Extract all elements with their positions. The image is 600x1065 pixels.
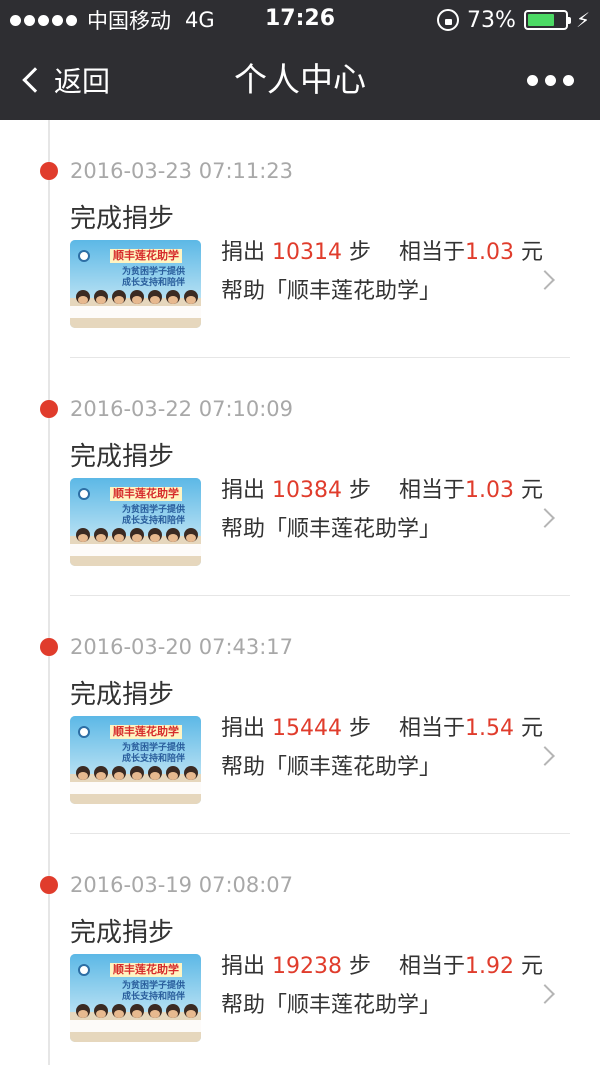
project-logo-icon	[78, 250, 90, 262]
donation-stats: 捐出 10314 步 相当于1.03 元	[221, 240, 543, 266]
timeline-dot-icon	[40, 876, 58, 894]
equiv-label: 相当于	[399, 954, 466, 979]
donation-card[interactable]: 顺丰莲花助学 为贫困学子提供 成长支持和陪伴 捐出 10314 步 相当于1.0…	[70, 240, 570, 330]
timeline-dot-icon	[40, 400, 58, 418]
equiv-label: 相当于	[399, 240, 466, 265]
timeline-entry: 2016-03-22 07:10:09 完成捐步 顺丰莲花助学 为贫困学子提供 …	[0, 358, 600, 596]
chevron-right-icon	[535, 508, 555, 528]
children-photo	[76, 290, 198, 304]
donate-label: 捐出	[221, 716, 266, 741]
thumb-banner: 顺丰莲花助学	[110, 249, 182, 263]
entry-title: 完成捐步	[70, 442, 175, 472]
children-shirts	[70, 306, 201, 318]
more-dot	[527, 74, 538, 86]
donate-label: 捐出	[221, 478, 266, 503]
donation-card[interactable]: 顺丰莲花助学 为贫困学子提供 成长支持和陪伴 捐出 19238 步 相当于1.9…	[70, 954, 570, 1044]
children-shirts	[70, 782, 201, 794]
amount-unit: 元	[521, 240, 544, 265]
project-name: 帮助「顺丰莲花助学」	[221, 755, 442, 780]
timeline-dot-icon	[40, 638, 58, 656]
project-thumbnail: 顺丰莲花助学 为贫困学子提供 成长支持和陪伴	[70, 240, 201, 328]
steps-unit: 步	[349, 716, 372, 741]
entry-timestamp: 2016-03-20 07:43:17	[70, 635, 294, 659]
steps-value: 15444	[272, 716, 343, 741]
entry-timestamp: 2016-03-22 07:10:09	[70, 397, 294, 421]
project-thumbnail: 顺丰莲花助学 为贫困学子提供 成长支持和陪伴	[70, 478, 201, 566]
donation-stats: 捐出 10384 步 相当于1.03 元	[221, 478, 543, 504]
donate-label: 捐出	[221, 954, 266, 979]
thumb-slogan-2: 成长支持和陪伴	[122, 992, 186, 1002]
steps-value: 19238	[272, 954, 343, 979]
steps-unit: 步	[349, 478, 372, 503]
amount-value: 1.92	[465, 954, 515, 979]
thumb-banner: 顺丰莲花助学	[110, 487, 182, 501]
status-bar-right: 73% ⚡	[437, 6, 590, 34]
battery-icon	[523, 10, 571, 30]
entry-title: 完成捐步	[70, 680, 175, 710]
donation-card[interactable]: 顺丰莲花助学 为贫困学子提供 成长支持和陪伴 捐出 15444 步 相当于1.5…	[70, 716, 570, 806]
thumb-slogan-1: 为贫困学子提供	[122, 505, 186, 515]
amount-value: 1.03	[465, 240, 515, 265]
project-name: 帮助「顺丰莲花助学」	[221, 279, 442, 304]
status-bar: 中国移动 4G 17:26 73% ⚡	[0, 0, 600, 40]
children-photo	[76, 528, 198, 542]
children-shirts	[70, 1020, 201, 1032]
thumb-slogan-1: 为贫困学子提供	[122, 267, 186, 277]
chevron-right-icon	[535, 746, 555, 766]
chevron-right-icon	[535, 984, 555, 1004]
entry-title: 完成捐步	[70, 918, 175, 948]
more-button[interactable]	[527, 40, 574, 120]
thumb-slogan-2: 成长支持和陪伴	[122, 516, 186, 526]
entry-timestamp: 2016-03-23 07:11:23	[70, 159, 294, 183]
entry-title: 完成捐步	[70, 204, 175, 234]
timeline-entry: 2016-03-20 07:43:17 完成捐步 顺丰莲花助学 为贫困学子提供 …	[0, 596, 600, 834]
chevron-right-icon	[535, 270, 555, 290]
battery-percent: 73%	[467, 7, 516, 33]
donate-label: 捐出	[221, 240, 266, 265]
project-logo-icon	[78, 488, 90, 500]
page-title: 个人中心	[234, 60, 366, 99]
donation-timeline[interactable]: 2016-03-23 07:11:23 完成捐步 顺丰莲花助学 为贫困学子提供 …	[0, 120, 600, 1065]
orientation-lock-icon	[437, 9, 460, 31]
children-shirts	[70, 544, 201, 556]
donation-stats: 捐出 19238 步 相当于1.92 元	[221, 954, 543, 980]
project-name: 帮助「顺丰莲花助学」	[221, 993, 442, 1018]
thumb-slogan-1: 为贫困学子提供	[122, 981, 186, 991]
thumb-slogan-2: 成长支持和陪伴	[122, 278, 186, 288]
charging-icon: ⚡	[575, 8, 590, 32]
amount-unit: 元	[521, 716, 544, 741]
equiv-label: 相当于	[399, 478, 466, 503]
thumb-banner: 顺丰莲花助学	[110, 963, 182, 977]
children-photo	[76, 1004, 198, 1018]
more-dot	[545, 74, 556, 86]
timeline-entry: 2016-03-23 07:11:23 完成捐步 顺丰莲花助学 为贫困学子提供 …	[0, 120, 600, 358]
more-dot	[563, 74, 574, 86]
steps-value: 10384	[272, 478, 343, 503]
children-photo	[76, 766, 198, 780]
timeline-entry: 2016-03-19 07:08:07 完成捐步 顺丰莲花助学 为贫困学子提供 …	[0, 834, 600, 1065]
timeline-dot-icon	[40, 162, 58, 180]
donation-card[interactable]: 顺丰莲花助学 为贫困学子提供 成长支持和陪伴 捐出 10384 步 相当于1.0…	[70, 478, 570, 568]
thumb-slogan-2: 成长支持和陪伴	[122, 754, 186, 764]
entry-timestamp: 2016-03-19 07:08:07	[70, 873, 294, 897]
project-logo-icon	[78, 726, 90, 738]
equiv-label: 相当于	[399, 716, 466, 741]
project-name: 帮助「顺丰莲花助学」	[221, 517, 442, 542]
project-thumbnail: 顺丰莲花助学 为贫困学子提供 成长支持和陪伴	[70, 954, 201, 1042]
project-logo-icon	[78, 964, 90, 976]
thumb-slogan-1: 为贫困学子提供	[122, 743, 186, 753]
amount-value: 1.54	[465, 716, 515, 741]
amount-unit: 元	[521, 954, 544, 979]
steps-value: 10314	[272, 240, 343, 265]
amount-value: 1.03	[465, 478, 515, 503]
thumb-banner: 顺丰莲花助学	[110, 725, 182, 739]
steps-unit: 步	[349, 240, 372, 265]
project-thumbnail: 顺丰莲花助学 为贫困学子提供 成长支持和陪伴	[70, 716, 201, 804]
battery-fill	[527, 14, 555, 26]
amount-unit: 元	[521, 478, 544, 503]
nav-bar: 返回 个人中心	[0, 40, 600, 120]
donation-stats: 捐出 15444 步 相当于1.54 元	[221, 716, 543, 742]
steps-unit: 步	[349, 954, 372, 979]
